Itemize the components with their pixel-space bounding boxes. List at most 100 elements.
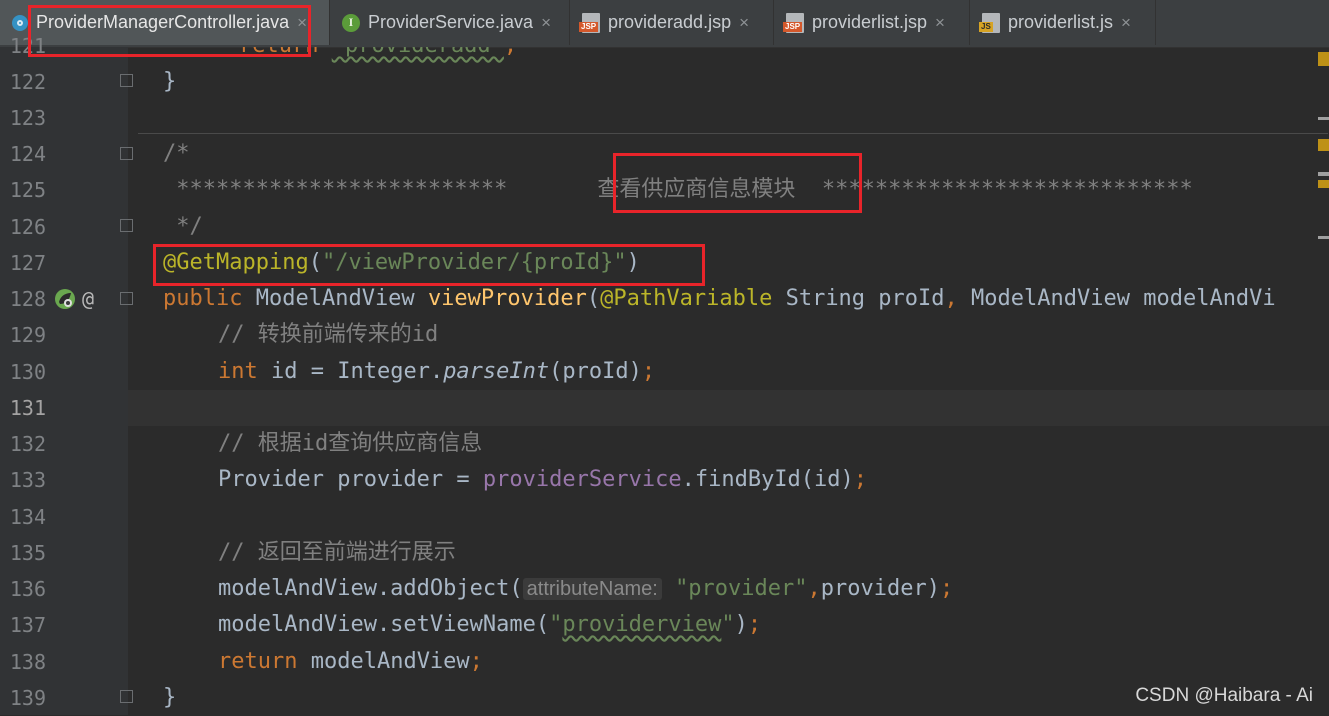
semicolon: ;	[939, 576, 954, 601]
semicolon: ;	[641, 359, 656, 384]
paren: )	[626, 250, 640, 275]
tab-provider-service[interactable]: I ProviderService.java ×	[330, 0, 570, 45]
tab-provideradd-jsp[interactable]: JSP provideradd.jsp ×	[570, 0, 774, 45]
code-line: // 转换前端传来的id	[128, 317, 1329, 353]
quote: "	[721, 612, 735, 637]
comment: // 根据id查询供应商信息	[218, 431, 483, 456]
code-line: @GetMapping("/viewProvider/{proId}")	[128, 245, 1329, 281]
comment: // 转换前端传来的id	[218, 322, 439, 347]
comment: */	[163, 214, 203, 239]
line-number-gutter[interactable]: 121 122 123 124 125 126 127 128 129 130 …	[0, 34, 133, 715]
semicolon: ;	[504, 47, 517, 58]
code-editor[interactable]: return "provideradd"; } /* *************…	[128, 47, 1329, 715]
editor-tab-bar: ProviderManagerController.java × I Provi…	[0, 0, 1329, 48]
code-line: }	[128, 64, 1329, 100]
module-title-comment: 查看供应商信息模块	[597, 177, 796, 202]
warning-marker[interactable]	[1318, 52, 1329, 66]
quote: "	[549, 612, 563, 637]
line-number: 139	[9, 686, 46, 710]
code-text: (proId)	[549, 359, 642, 384]
code-text: modelAndView	[297, 649, 470, 674]
line-number: 123	[9, 106, 46, 130]
override-at-icon[interactable]: @	[82, 281, 94, 317]
tab-label: provideradd.jsp	[608, 12, 732, 32]
code-text: provider)	[820, 576, 940, 601]
line-number: 128	[9, 287, 46, 311]
close-icon[interactable]: ×	[935, 13, 945, 33]
field-reference: providerService	[482, 467, 682, 492]
change-marker[interactable]	[1318, 172, 1329, 176]
code-line: public ModelAndView viewProvider(@PathVa…	[128, 281, 1329, 317]
paren: (	[308, 250, 322, 275]
parameter: ModelAndView modelAndVi	[971, 286, 1276, 311]
interface-icon: I	[342, 13, 360, 32]
line-number: 138	[9, 650, 46, 674]
comment: /*	[163, 141, 190, 166]
line-number: 130	[9, 360, 46, 384]
parameter: String proId	[785, 286, 945, 311]
tab-label: ProviderService.java	[368, 12, 534, 32]
line-number: 126	[9, 215, 46, 239]
tab-providerlist-js[interactable]: JS providerlist.js ×	[970, 0, 1156, 45]
comment-stars: ****************************	[795, 177, 1193, 202]
close-icon[interactable]: ×	[739, 13, 749, 33]
line-number: 122	[9, 70, 46, 94]
tab-providerlist-jsp[interactable]: JSP providerlist.jsp ×	[774, 0, 970, 45]
code-text: .findById(id)	[681, 467, 854, 492]
code-line: // 根据id查询供应商信息	[128, 426, 1329, 462]
paren: (	[586, 286, 601, 311]
warning-marker[interactable]	[1318, 139, 1329, 151]
warning-marker[interactable]	[1318, 180, 1329, 188]
jsp-badge: JSP	[783, 21, 803, 32]
close-icon[interactable]: ×	[1121, 13, 1131, 33]
code-line: modelAndView.addObject(attributeName: "p…	[128, 571, 1329, 607]
code-line: */	[128, 209, 1329, 245]
change-marker[interactable]	[1318, 236, 1329, 239]
comment-stars: *************************	[163, 177, 508, 202]
close-icon[interactable]: ×	[297, 13, 307, 33]
method-name: viewProvider	[427, 286, 587, 311]
string-literal: "/viewProvider/{proId}"	[321, 250, 627, 275]
spring-bean-icon[interactable]	[53, 287, 77, 311]
close-icon[interactable]: ×	[541, 13, 551, 33]
line-number: 129	[9, 323, 46, 347]
code-text: )	[734, 612, 748, 637]
line-number: 136	[9, 577, 46, 601]
static-method: parseInt	[443, 359, 550, 384]
comma: ,	[807, 576, 821, 601]
keyword: return	[218, 649, 298, 674]
jsp-file-icon: JSP	[783, 12, 804, 33]
js-badge: JS	[979, 21, 993, 32]
line-number: 137	[9, 613, 46, 637]
code-line: return modelAndView;	[128, 644, 1329, 680]
code-line: modelAndView.setViewName("providerview")…	[128, 607, 1329, 643]
tab-provider-manager-controller[interactable]: ProviderManagerController.java ×	[0, 0, 330, 45]
tab-label: ProviderManagerController.java	[36, 12, 290, 32]
closing-brace: }	[163, 69, 177, 94]
jsp-badge: JSP	[579, 21, 599, 32]
tab-label: providerlist.js	[1008, 12, 1114, 32]
watermark: CSDN @Haibara - Ai	[1135, 685, 1313, 706]
code-line: // 返回至前端进行展示	[128, 535, 1329, 571]
line-number: 134	[9, 505, 46, 529]
keyword: public	[163, 286, 243, 311]
code-line-current[interactable]	[128, 390, 1329, 426]
semicolon: ;	[469, 649, 483, 674]
annotation: @PathVariable	[600, 286, 773, 311]
line-number: 121	[9, 34, 46, 58]
type-name: ModelAndView	[255, 286, 415, 311]
code-text: Provider provider =	[218, 467, 483, 492]
js-file-icon: JS	[979, 12, 1000, 33]
string-literal: providerview	[562, 612, 722, 637]
code-line: int id = Integer.parseInt(proId);	[128, 354, 1329, 390]
change-marker[interactable]	[1318, 117, 1329, 120]
code-line: /*	[128, 136, 1329, 172]
